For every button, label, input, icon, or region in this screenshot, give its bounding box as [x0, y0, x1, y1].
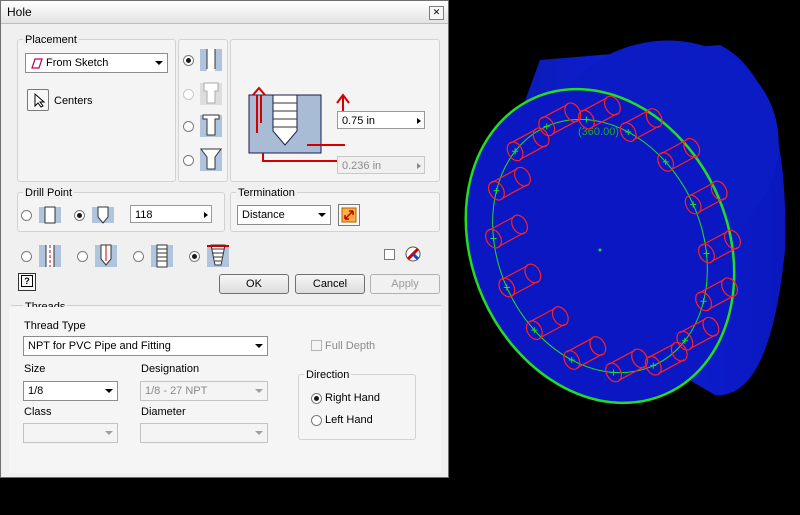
hole-taper-tapped-radio[interactable]: [189, 251, 200, 262]
help-icon: ?: [21, 275, 33, 287]
center-point: [598, 248, 602, 252]
hole-diameter-value: 0.75 in: [342, 115, 376, 127]
designation-label: Designation: [141, 363, 200, 375]
chevron-down-icon: [318, 213, 326, 217]
size-dropdown[interactable]: 1/8: [23, 381, 118, 401]
help-button[interactable]: ?: [18, 273, 36, 291]
direction-label: Direction: [304, 369, 352, 381]
hole-simple-radio[interactable]: [21, 251, 32, 262]
select-cursor-icon: [34, 93, 46, 108]
title-bar: Hole ✕: [1, 1, 448, 24]
flat-point-icon: [39, 206, 61, 224]
drill-point-flat-radio[interactable]: [21, 210, 32, 221]
right-hand-radio[interactable]: [311, 393, 322, 404]
diameter-label: Diameter: [141, 406, 186, 418]
thread-type-label: Thread Type: [24, 320, 86, 332]
preview-checkbox[interactable]: [384, 249, 395, 260]
diameter-dropdown[interactable]: [140, 423, 268, 443]
thread-type-value: NPT for PVC Pipe and Fitting: [28, 340, 171, 352]
flip-direction-button[interactable]: [338, 204, 360, 226]
expand-arrow-icon: [204, 212, 208, 218]
chevron-down-icon: [155, 61, 163, 65]
centers-button[interactable]: [27, 89, 49, 111]
drill-point-angle-radio[interactable]: [74, 210, 85, 221]
spotface-hole-icon: [200, 114, 222, 137]
hole-diameter-input[interactable]: 0.75 in: [337, 111, 425, 129]
placement-label: Placement: [23, 34, 79, 46]
expand-arrow-icon: [417, 118, 421, 124]
counterbore-hole-icon: [200, 82, 222, 105]
hole-depth-value: 0.236 in: [342, 160, 382, 172]
dialog-title: Hole: [7, 5, 32, 19]
chevron-down-icon: [255, 431, 263, 435]
hole-clearance-radio[interactable]: [77, 251, 88, 262]
drill-point-angle-input[interactable]: 118: [130, 205, 212, 223]
size-value: 1/8: [28, 385, 44, 397]
countersink-hole-icon: [200, 148, 222, 171]
simple-hole-icon: [39, 245, 61, 267]
termination-value: Distance: [242, 209, 285, 221]
apply-button[interactable]: Apply: [370, 274, 440, 294]
placement-mode: From Sketch: [46, 57, 109, 69]
ok-button[interactable]: OK: [219, 274, 289, 294]
hole-type-counterbore-radio[interactable]: [183, 89, 194, 100]
right-hand-label: Right Hand: [325, 392, 381, 404]
hole-section-diagram: [248, 86, 350, 162]
tapped-hole-icon: [151, 244, 173, 268]
threads-divider: [11, 305, 441, 306]
hole-type-drilled-radio[interactable]: [183, 55, 194, 66]
thread-type-dropdown[interactable]: NPT for PVC Pipe and Fitting: [23, 336, 268, 356]
designation-dropdown[interactable]: 1/8 - 27 NPT: [140, 381, 268, 401]
termination-label: Termination: [236, 187, 297, 199]
close-icon[interactable]: ✕: [429, 6, 444, 20]
termination-dropdown[interactable]: Distance: [237, 205, 331, 225]
hole-dialog: Hole ✕ Placement From Sketch Centers 0.7…: [0, 0, 449, 478]
chevron-down-icon: [255, 389, 263, 393]
color-sphere-icon[interactable]: [404, 245, 422, 263]
cancel-button[interactable]: Cancel: [295, 274, 365, 294]
full-depth-label: Full Depth: [325, 340, 376, 352]
hole-type-spotface-radio[interactable]: [183, 121, 194, 132]
sketch-icon: [31, 58, 43, 69]
angle-point-icon: [92, 206, 114, 224]
drill-point-angle-value: 118: [135, 209, 153, 221]
designation-value: 1/8 - 27 NPT: [145, 385, 208, 397]
left-hand-label: Left Hand: [325, 414, 373, 426]
centers-label: Centers: [54, 95, 93, 107]
direction-group: [298, 374, 416, 440]
chevron-down-icon: [105, 431, 113, 435]
chevron-down-icon: [105, 389, 113, 393]
expand-arrow-icon: [417, 163, 421, 169]
left-hand-radio[interactable]: [311, 415, 322, 426]
full-depth-checkbox[interactable]: [311, 340, 322, 351]
flip-direction-icon: [341, 207, 357, 223]
hole-type-countersink-radio[interactable]: [183, 155, 194, 166]
hole-tapped-radio[interactable]: [133, 251, 144, 262]
taper-tapped-hole-icon: [207, 244, 229, 267]
class-label: Class: [24, 406, 52, 418]
viewport-3d[interactable]: (360.00): [449, 0, 800, 515]
drill-point-label: Drill Point: [23, 187, 75, 199]
size-label: Size: [24, 363, 46, 375]
class-dropdown[interactable]: [23, 423, 118, 443]
drilled-hole-icon: [200, 49, 222, 71]
clearance-hole-icon: [95, 244, 117, 267]
hole-depth-input[interactable]: 0.236 in: [337, 156, 425, 174]
chevron-down-icon: [255, 344, 263, 348]
placement-dropdown[interactable]: From Sketch: [25, 53, 168, 73]
